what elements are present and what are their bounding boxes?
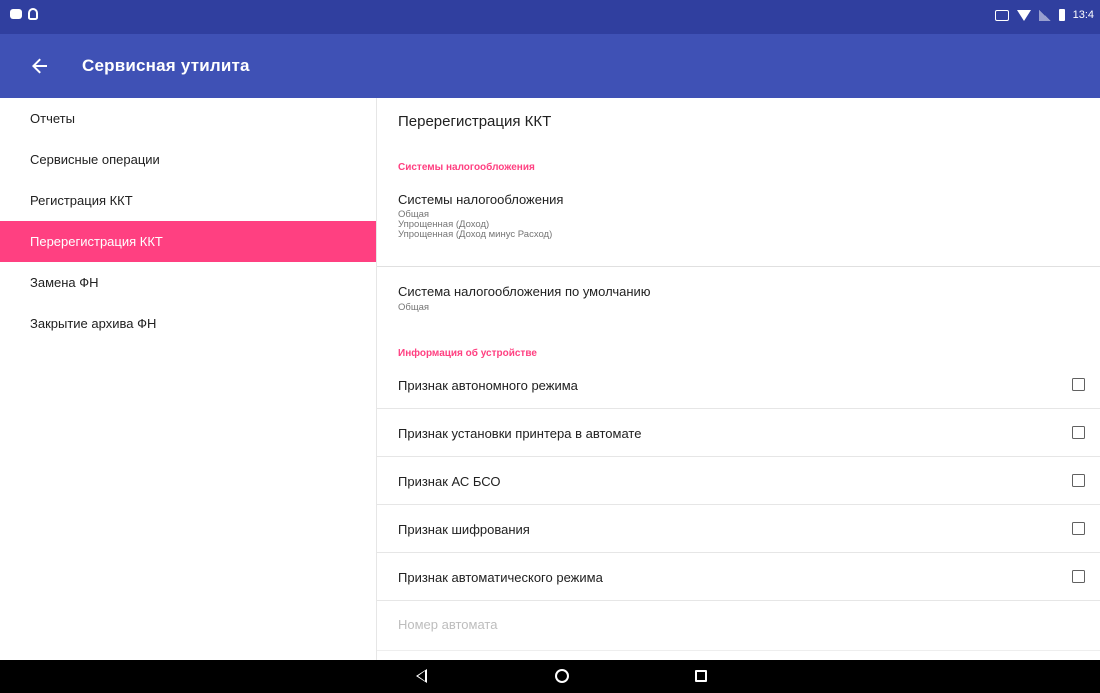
app-title: Сервисная утилита bbox=[82, 56, 250, 75]
page-title: Перерегистрация ККТ bbox=[398, 113, 552, 130]
nav-back-icon[interactable] bbox=[416, 669, 427, 683]
sidebar-item-label: Сервисные операции bbox=[30, 152, 160, 167]
pref-tax-systems[interactable]: Системы налогообложения Общая Упрощенная… bbox=[377, 186, 1100, 266]
section-header-tax: Системы налогообложения bbox=[398, 162, 535, 173]
arrow-back-icon-glyph bbox=[32, 58, 47, 74]
pref-title: Система налогообложения по умолчанию bbox=[398, 284, 651, 299]
sidebar-item-label: Регистрация ККТ bbox=[30, 193, 133, 208]
checkbox-row-autonomous[interactable]: Признак автономного режима bbox=[377, 361, 1100, 409]
checkbox-row-automatic[interactable]: Признак автоматического режима bbox=[377, 553, 1100, 601]
navigation-bar bbox=[0, 660, 1100, 693]
checkbox-label: Признак установки принтера в автомате bbox=[398, 426, 642, 441]
pref-value: Упрощенная (Доход минус Расход) bbox=[398, 229, 553, 240]
signal-icon bbox=[1038, 9, 1051, 21]
sidebar-item-fn-replacement[interactable]: Замена ФН bbox=[0, 262, 376, 303]
checkbox[interactable] bbox=[1072, 474, 1085, 487]
sidebar-item-label: Замена ФН bbox=[30, 275, 99, 290]
arrow-back-icon[interactable] bbox=[20, 46, 60, 86]
pref-title-disabled: Номер автомата bbox=[398, 617, 498, 632]
checkbox[interactable] bbox=[1072, 522, 1085, 535]
checkbox-row-encryption[interactable]: Признак шифрования bbox=[377, 505, 1100, 553]
status-time: 13:4 bbox=[1072, 9, 1094, 21]
pref-value: Общая bbox=[398, 302, 430, 313]
checkbox[interactable] bbox=[1072, 378, 1085, 391]
sidebar-item-reports[interactable]: Отчеты bbox=[0, 98, 376, 139]
sidebar-item-reregistration[interactable]: Перерегистрация ККТ bbox=[0, 221, 376, 262]
section-header-device: Информация об устройстве bbox=[398, 348, 537, 359]
pref-default-tax[interactable]: Система налогообложения по умолчанию Общ… bbox=[377, 267, 1100, 327]
nav-home-icon[interactable] bbox=[555, 669, 569, 683]
debug-icon bbox=[28, 8, 38, 20]
sidebar-item-label: Перерегистрация ККТ bbox=[30, 234, 163, 249]
nfc-icon bbox=[994, 9, 1009, 21]
sidebar-item-label: Закрытие архива ФН bbox=[30, 316, 157, 331]
sidebar-item-service-operations[interactable]: Сервисные операции bbox=[0, 139, 376, 180]
pref-title: Системы налогообложения bbox=[398, 192, 564, 207]
chat-notification-icon bbox=[10, 9, 22, 19]
checkbox-row-as-bso[interactable]: Признак АС БСО bbox=[377, 457, 1100, 505]
status-indicators: 13:4 bbox=[994, 9, 1094, 21]
sidebar: Отчеты Сервисные операции Регистрация КК… bbox=[0, 98, 377, 660]
checkbox-label: Признак автоматического режима bbox=[398, 570, 603, 585]
status-notifications bbox=[10, 8, 38, 20]
sidebar-item-registration[interactable]: Регистрация ККТ bbox=[0, 180, 376, 221]
checkbox-label: Признак автономного режима bbox=[398, 378, 578, 393]
checkbox-label: Признак АС БСО bbox=[398, 474, 501, 489]
checkbox-row-printer-in-machine[interactable]: Признак установки принтера в автомате bbox=[377, 409, 1100, 457]
wifi-icon bbox=[1016, 9, 1031, 21]
nav-recent-apps-icon[interactable] bbox=[695, 670, 707, 682]
pref-machine-number: Номер автомата bbox=[377, 601, 1100, 651]
checkbox[interactable] bbox=[1072, 570, 1085, 583]
sidebar-item-label: Отчеты bbox=[30, 111, 75, 126]
battery-icon bbox=[1058, 9, 1065, 21]
settings-panel: Перерегистрация ККТ Системы налогообложе… bbox=[377, 98, 1100, 660]
checkbox[interactable] bbox=[1072, 426, 1085, 439]
sidebar-item-fn-archive-close[interactable]: Закрытие архива ФН bbox=[0, 303, 376, 344]
status-bar: 13:4 bbox=[0, 0, 1100, 34]
checkbox-label: Признак шифрования bbox=[398, 522, 530, 537]
app-bar: Сервисная утилита bbox=[0, 34, 1100, 98]
